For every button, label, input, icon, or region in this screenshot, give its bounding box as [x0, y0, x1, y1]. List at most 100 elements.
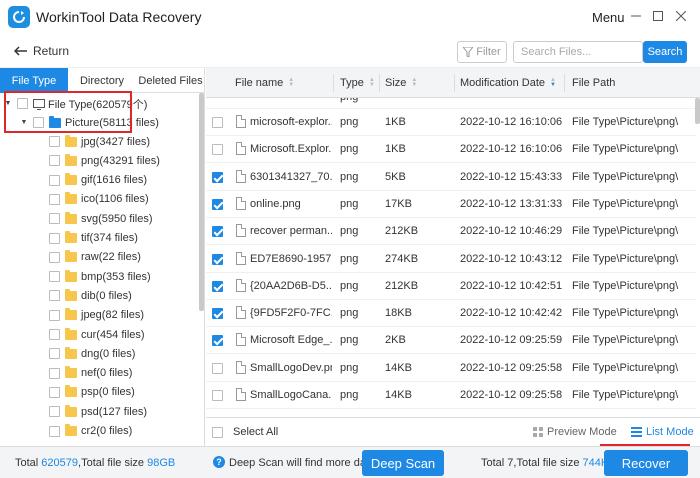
tree-item[interactable]: svg(5950 files) — [49, 209, 153, 228]
row-checkbox[interactable] — [212, 280, 223, 292]
checkbox[interactable] — [49, 136, 60, 147]
tree-item[interactable]: dng(0 files) — [49, 344, 135, 363]
folder-icon — [65, 385, 77, 398]
tab-file-type[interactable]: File Type — [0, 68, 68, 93]
select-all[interactable]: Select All — [212, 426, 278, 438]
cell-file-name: 6301341327_70... — [250, 170, 332, 183]
checkbox[interactable] — [49, 174, 60, 186]
maximize-icon[interactable] — [651, 9, 665, 23]
select-all-checkbox[interactable] — [212, 426, 223, 438]
row-checkbox[interactable] — [212, 335, 223, 347]
tree-item-label: ico(1106 files) — [81, 193, 149, 206]
checkbox[interactable] — [49, 213, 60, 225]
cell-size: 5KB — [385, 170, 406, 183]
checkbox[interactable] — [49, 193, 60, 205]
grid-view-icon — [533, 427, 543, 437]
sort-icon[interactable]: ▲ ▼ — [369, 77, 375, 88]
list-mode-button[interactable]: List Mode — [631, 426, 694, 438]
tree-item[interactable]: gif(1616 files) — [49, 171, 147, 190]
checkbox[interactable] — [49, 406, 60, 418]
deep-scan-button[interactable]: Deep Scan — [362, 450, 444, 476]
row-checkbox[interactable] — [212, 226, 223, 238]
tree-item[interactable]: png(43291 files) — [49, 151, 160, 170]
left-scrollbar[interactable] — [199, 93, 204, 311]
tree-item[interactable]: psp(0 files) — [49, 383, 135, 402]
recover-button[interactable]: Recover — [604, 450, 688, 476]
file-icon — [236, 196, 246, 210]
table-row[interactable]: 6301341327_70... png 5KB 2022-10-12 15:43:3… — [206, 164, 696, 191]
column-size[interactable]: Size ▲ ▼ — [385, 68, 417, 98]
checkbox[interactable] — [49, 155, 60, 167]
table-row-partial[interactable]: png — [206, 98, 696, 109]
checkbox[interactable] — [49, 271, 60, 283]
column-type[interactable]: Type ▲ ▼ — [340, 68, 375, 98]
folder-icon — [65, 231, 77, 243]
table-row[interactable]: {20AA2D6B-D5... png 212KB 2022-10-12 10:42:… — [206, 273, 696, 300]
checkbox[interactable] — [49, 348, 60, 360]
table-row[interactable]: Microsoft.Explor... png 1KB 2022-10-12 16:1… — [206, 136, 696, 164]
checkbox[interactable] — [49, 251, 60, 263]
table-row[interactable]: microsoft-explor... png 1KB 2022-10-12 16:1… — [206, 109, 696, 136]
checkbox[interactable] — [49, 309, 60, 321]
cell-type: png — [340, 116, 359, 128]
checkbox[interactable] — [49, 386, 60, 398]
row-checkbox[interactable] — [212, 390, 223, 401]
row-checkbox[interactable] — [212, 144, 223, 156]
tree-item[interactable]: cr2(0 files) — [49, 422, 132, 441]
checkbox[interactable] — [49, 290, 60, 302]
tab-directory[interactable]: Directory — [68, 68, 136, 93]
table-row[interactable]: SmallLogoDev.png png 14KB 2022-10-12 09:25:… — [206, 355, 696, 382]
checkbox[interactable] — [49, 329, 60, 340]
tree-item[interactable]: psd(127 files) — [49, 402, 147, 421]
tree-item[interactable]: jpg(3427 files) — [49, 132, 150, 151]
column-modification-date[interactable]: Modification Date ▲ ▼ — [460, 68, 556, 98]
tree-item-label: cr2(0 files) — [81, 425, 133, 437]
tree-item[interactable]: raw(22 files) — [49, 248, 141, 267]
checkbox[interactable] — [49, 232, 60, 244]
tree-item[interactable]: ico(1106 files) — [49, 190, 149, 209]
tree-item[interactable]: bmp(353 files) — [49, 267, 151, 286]
row-checkbox[interactable] — [212, 198, 223, 210]
table-row[interactable]: online.png png 17KB 2022-10-12 13:31:33 File… — [206, 191, 696, 218]
row-checkbox[interactable] — [212, 117, 223, 128]
checkbox[interactable] — [49, 367, 60, 379]
checkbox[interactable] — [49, 425, 60, 437]
tree-item[interactable]: tif(374 files) — [49, 229, 138, 248]
table-row[interactable]: recover perman... png 212KB 2022-10-12 10:4… — [206, 218, 696, 246]
minimize-icon[interactable] — [629, 9, 643, 23]
row-checkbox[interactable] — [212, 171, 223, 183]
row-checkbox[interactable] — [212, 253, 223, 265]
column-file-path[interactable]: File Path — [572, 68, 615, 98]
tab-deleted-files[interactable]: Deleted Files — [136, 68, 205, 93]
tree-item[interactable]: dib(0 files) — [49, 286, 132, 305]
search-input[interactable] — [513, 41, 643, 63]
tree-item[interactable]: jpeg(82 files) — [49, 306, 144, 325]
search-button[interactable]: Search — [643, 41, 687, 63]
table-row[interactable]: {9FD5F2F0-7FC... png 18KB 2022-10-12 10:42:… — [206, 300, 696, 328]
cell-size: 2KB — [385, 334, 406, 347]
filter-icon — [463, 47, 474, 57]
filter-button[interactable]: Filter — [457, 41, 507, 63]
table-row[interactable]: SmallLogoCana... png 14KB 2022-10-12 09:25:… — [206, 382, 696, 409]
cell-date: 2022-10-12 09:25:59 — [460, 334, 563, 347]
column-file-name[interactable]: File name ▲ ▼ — [235, 68, 294, 98]
folder-icon — [65, 366, 77, 379]
row-checkbox[interactable] — [212, 308, 223, 320]
status-bar: Total 620579,Total file size 98GB ? Deep… — [0, 446, 700, 478]
menu-button[interactable]: Menu — [592, 10, 625, 25]
tree-item[interactable]: nef(0 files) — [49, 364, 132, 383]
sort-icon[interactable]: ▲ ▼ — [550, 77, 556, 88]
return-button[interactable]: Return — [14, 44, 69, 58]
close-icon[interactable] — [674, 9, 688, 23]
preview-mode-button[interactable]: Preview Mode — [533, 426, 617, 438]
sort-icon[interactable]: ▲ ▼ — [411, 77, 417, 88]
deep-scan-hint: Deep Scan will find more data — [229, 457, 376, 469]
cell-path: File Type\Picture\png\ — [572, 361, 679, 374]
table-row[interactable]: Microsoft Edge_... png 2KB 2022-10-12 09:25… — [206, 327, 696, 355]
row-checkbox[interactable] — [212, 362, 223, 374]
right-scrollbar[interactable] — [695, 98, 700, 124]
sort-icon[interactable]: ▲ ▼ — [288, 77, 294, 88]
table-row[interactable]: ED7E8690-1957... png 274KB 2022-10-12 10:43… — [206, 246, 696, 273]
cell-size: 18KB — [385, 307, 412, 320]
tree-item[interactable]: cur(454 files) — [49, 325, 145, 344]
